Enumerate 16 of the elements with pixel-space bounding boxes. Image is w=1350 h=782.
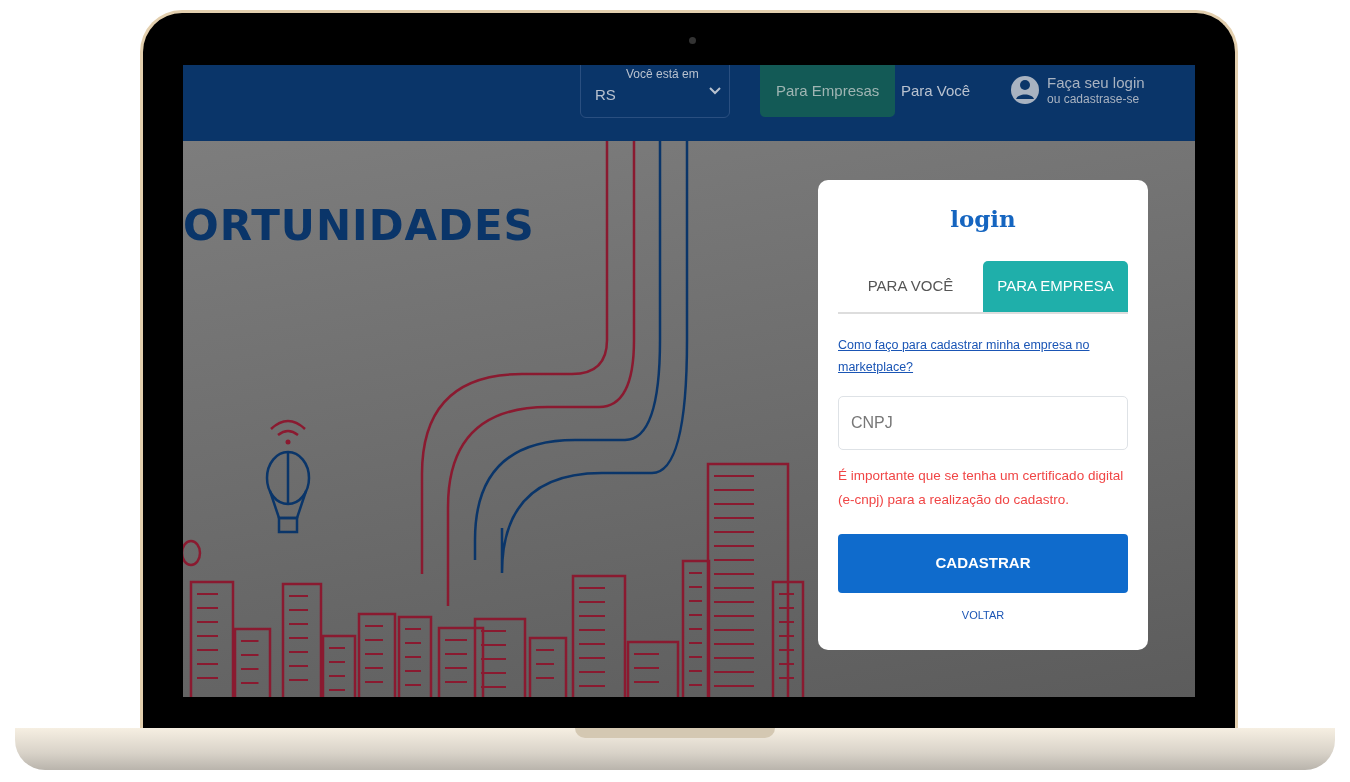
help-link[interactable]: Como faço para cadastrar minha empresa no marketplace? [838,333,1128,378]
notice-text: É importante que se tenha um certificado digital (e-cnpj) para a realização do cadastro. [838,466,1125,509]
back-link[interactable]: VOLTAR [838,606,1128,623]
login-subtitle[interactable]: ou cadastrase-se [1047,92,1145,106]
submit-button[interactable]: CADASTRAR [838,533,1128,593]
chevron-down-icon [709,87,721,95]
hero-title: ORTUNIDADES [183,205,535,247]
nav-tab[interactable]: Para Empresas [760,65,896,117]
login-title[interactable]: Faça seu login [1047,74,1145,92]
cnpj-input-field[interactable]: CNPJ [838,395,1128,450]
state-select[interactable]: Você está em RS [580,65,730,118]
user-avatar-icon [1011,73,1039,107]
camera-icon [689,37,696,44]
select-label: Você está em [626,67,699,81]
select-value: RS [595,85,616,105]
modal-title: login [949,204,1017,234]
